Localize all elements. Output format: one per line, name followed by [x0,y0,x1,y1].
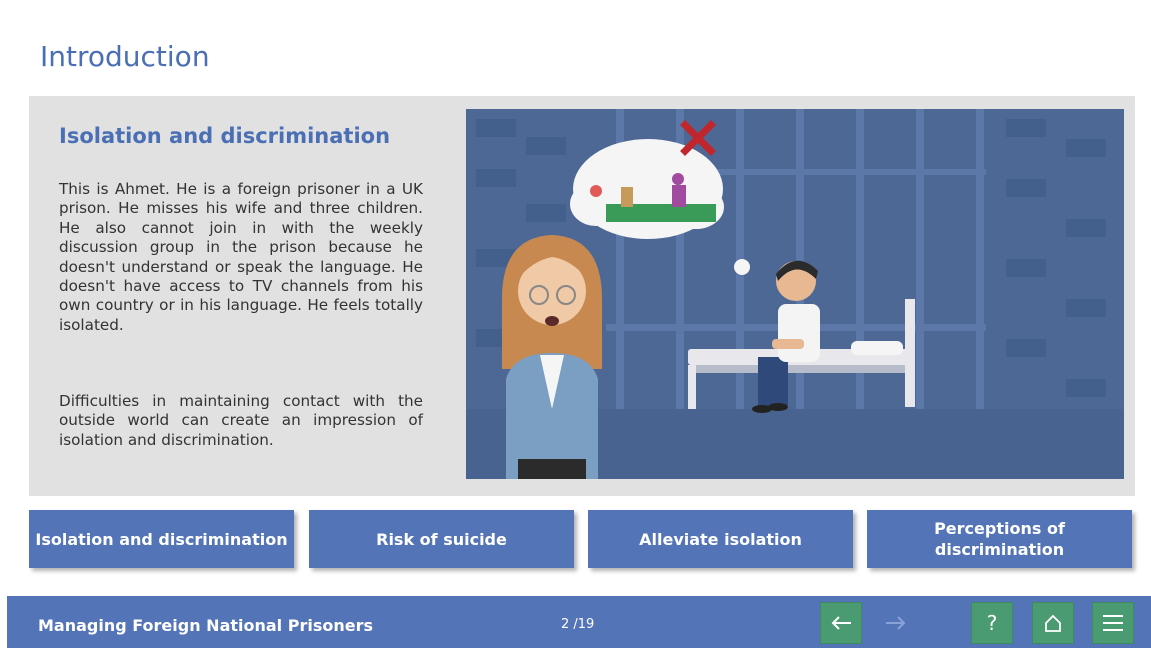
footer-bar: Managing Foreign National Prisoners 2 /1… [7,596,1151,648]
section-heading: Isolation and discrimination [59,124,391,148]
menu-icon [1103,615,1123,631]
tab-risk-of-suicide[interactable]: Risk of suicide [309,510,574,568]
previous-button[interactable] [820,602,862,644]
page-title: Introduction [40,40,210,73]
arrow-left-icon [831,616,851,630]
help-icon: ? [986,611,998,635]
intro-paragraph: This is Ahmet. He is a foreign prisoner … [59,180,423,334]
tab-alleviate-isolation[interactable]: Alleviate isolation [588,510,853,568]
home-button[interactable] [1032,602,1074,644]
next-button[interactable] [875,602,917,644]
topic-tabs: Isolation and discrimination Risk of sui… [29,510,1135,568]
menu-button[interactable] [1092,602,1134,644]
arrow-right-icon [886,616,906,630]
scene-svg [466,109,1124,479]
tab-perceptions-of-discrimination[interactable]: Perceptions of discrimination [867,510,1132,568]
content-panel: Isolation and discrimination This is Ahm… [29,96,1135,496]
summary-paragraph: Difficulties in maintaining contact with… [59,392,423,449]
home-icon [1045,614,1061,632]
tab-isolation-and-discrimination[interactable]: Isolation and discrimination [29,510,294,568]
help-button[interactable]: ? [971,602,1013,644]
course-title: Managing Foreign National Prisoners [38,616,373,635]
woman-narrator-character [502,235,602,479]
page-indicator: 2 /19 [561,617,595,632]
prison-scene-illustration [466,109,1124,479]
